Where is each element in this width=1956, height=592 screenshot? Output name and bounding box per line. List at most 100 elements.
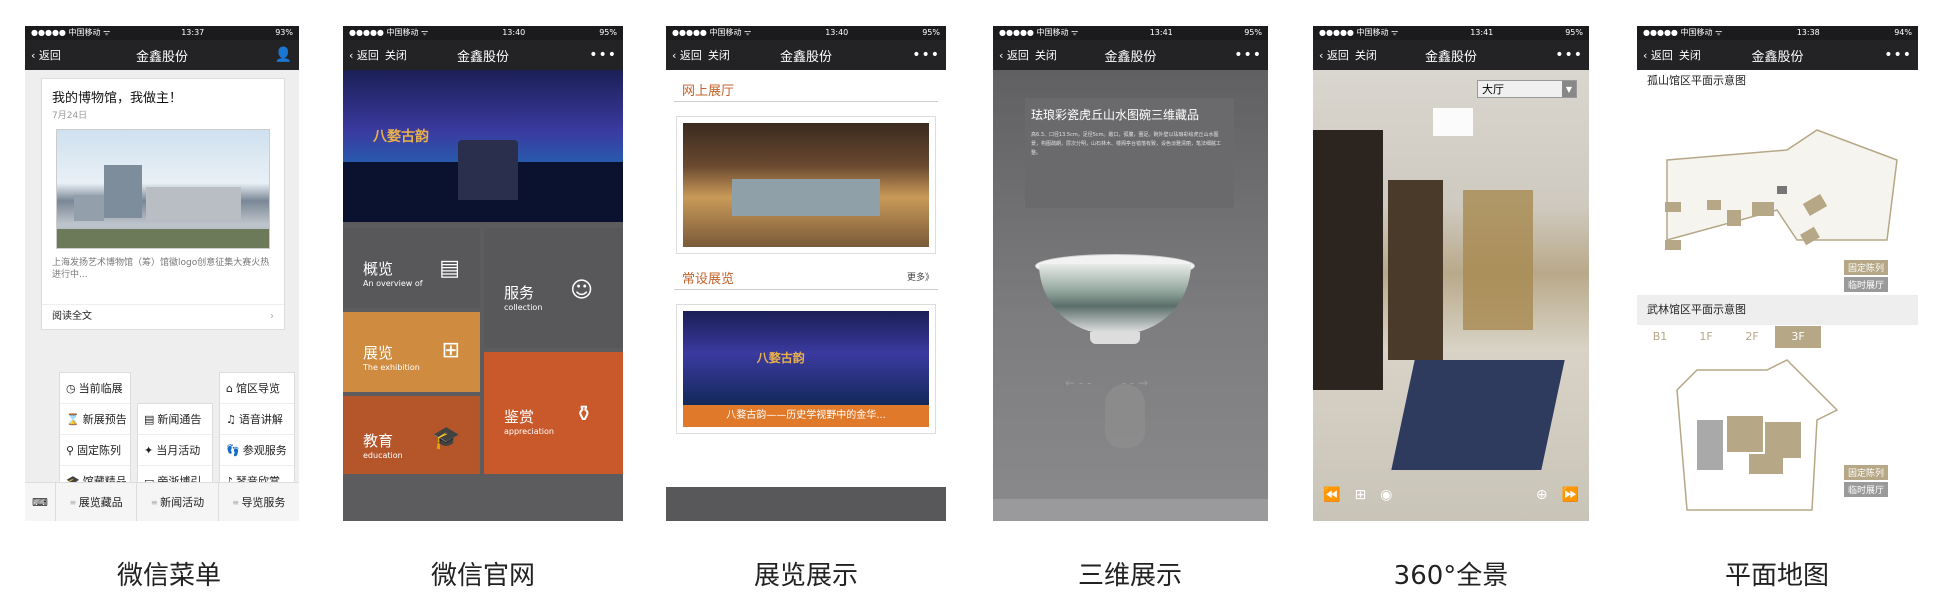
back-button[interactable]: ‹ 返回 bbox=[1643, 47, 1673, 63]
tab-exhibits[interactable]: ≡ 展览藏品 bbox=[55, 483, 136, 521]
back-button[interactable]: ‹ 返回 bbox=[999, 47, 1029, 63]
tab-news[interactable]: ≡ 新闻活动 bbox=[136, 483, 217, 521]
bowl-3d-model[interactable] bbox=[1035, 254, 1195, 354]
article-desc: 上海发扬艺术博物馆（筹）馆徽logo创意征集大赛火热进行中... bbox=[52, 258, 270, 280]
status-bar: ●●●●● 中国移动 ᯤ 13:40 95% bbox=[343, 26, 623, 40]
legend-temp: 临时展厅 bbox=[1843, 277, 1888, 292]
nav-bar: ‹ 返回 关闭 金鑫股份 ••• bbox=[993, 40, 1268, 70]
floor-tab-1f[interactable]: 1F bbox=[1683, 326, 1729, 348]
chevron-right-icon: › bbox=[270, 311, 274, 322]
article-card[interactable]: 我的博物馆，我做主！ 7月24日 上海发扬艺术博物馆（筹）馆徽logo创意征集大… bbox=[41, 78, 285, 330]
menu-item-audio-guide[interactable]: ♫ 语音讲解 bbox=[220, 404, 294, 435]
document-icon: ▤ bbox=[439, 256, 460, 281]
close-button[interactable]: 关闭 bbox=[385, 47, 407, 63]
more-icon[interactable]: ••• bbox=[1884, 47, 1912, 63]
pano-controls: ⏪ ⊞ ◉ ⊕ ⏩ bbox=[1323, 487, 1579, 507]
profile-icon[interactable]: 👤 bbox=[275, 47, 293, 63]
menu-item-visitor-service[interactable]: 👣 参观服务 bbox=[220, 435, 294, 466]
rewind-icon[interactable]: ⏪ bbox=[1323, 487, 1340, 507]
time: 13:37 bbox=[181, 28, 205, 37]
headphones-icon: ♫ bbox=[226, 412, 236, 426]
status-bar: ●●●●● 中国移动 ᯤ 13:38 94% bbox=[1637, 26, 1918, 40]
grid-search-icon: ⊞ bbox=[441, 338, 460, 363]
legend-temp-2: 临时展厅 bbox=[1843, 482, 1888, 497]
floor-tab-b1[interactable]: B1 bbox=[1637, 326, 1683, 348]
panorama-view[interactable] bbox=[1313, 70, 1589, 521]
map-wulin[interactable]: 固定陈列 临时展厅 bbox=[1637, 350, 1918, 520]
keyboard-icon[interactable]: ⌨ bbox=[25, 483, 55, 521]
caption-menu: 微信菜单 bbox=[116, 561, 221, 591]
status-bar: ●●●●● 中国移动 ᯤ 13:41 95% bbox=[993, 26, 1268, 40]
tile-overview[interactable]: 概览 An overview of ▤ bbox=[343, 228, 480, 308]
caption-map: 平面地图 bbox=[1724, 561, 1829, 591]
bottom-bar bbox=[993, 499, 1268, 521]
close-button[interactable]: 关闭 bbox=[1355, 47, 1377, 63]
battery: 93% bbox=[275, 28, 293, 37]
more-icon[interactable]: ••• bbox=[589, 47, 617, 63]
back-button[interactable]: ‹ 返回 bbox=[672, 47, 702, 63]
phone-wechat-menu: ●●●●● 中国移动 ᯤ 13:37 93% ‹ 返回 金鑫股份 👤 我的博物馆… bbox=[25, 26, 299, 521]
permanent-banner[interactable]: 八婺古韵 八婺古韵——历史学视野中的金华... bbox=[676, 304, 936, 434]
bottom-menu-bar: ⌨ ≡ 展览藏品 ≡ 新闻活动 ≡ 导览服务 bbox=[25, 482, 299, 521]
phone-3d: ●●●●● 中国移动 ᯤ 13:41 95% ‹ 返回 关闭 金鑫股份 ••• 珐琅彩… bbox=[993, 26, 1268, 521]
banner-text: 八婺古韵 bbox=[373, 129, 429, 145]
ticket-icon: ✦ bbox=[144, 443, 154, 457]
section-permanent: 常设展览 更多》 bbox=[674, 264, 938, 290]
dropdown-arrow-icon: ▼ bbox=[1562, 81, 1576, 97]
phone-exhibition: ●●●●● 中国移动 ᯤ 13:40 95% ‹ 返回 关闭 金鑫股份 ••• 网上展… bbox=[666, 26, 946, 521]
hall-select[interactable]: 大厅 ▼ bbox=[1477, 80, 1577, 98]
eye-icon[interactable]: ◉ bbox=[1380, 487, 1392, 507]
map2-title: 武林馆区平面示意图 bbox=[1647, 303, 1746, 316]
more-icon[interactable]: ••• bbox=[1555, 47, 1583, 63]
online-hall-image[interactable] bbox=[676, 116, 936, 254]
tile-exhibition[interactable]: 展览 The exhibition ⊞ bbox=[343, 312, 480, 392]
article-title: 我的博物馆，我做主！ bbox=[52, 91, 183, 106]
tab-guide[interactable]: ≡ 导览服务 bbox=[217, 483, 299, 521]
map2-header: 武林馆区平面示意图 bbox=[1637, 295, 1918, 325]
tile-education[interactable]: 教育 education 🎓 bbox=[343, 396, 480, 474]
artifact-info: 珐琅彩瓷虎丘山水图碗三维藏品 高6.3、口径13.5cm，足径5cm。敞口，弧腹… bbox=[1025, 98, 1234, 208]
more-icon[interactable]: ••• bbox=[912, 47, 940, 63]
section-online-hall: 网上展厅 bbox=[674, 76, 938, 102]
forward-icon[interactable]: ⏩ bbox=[1562, 487, 1579, 507]
menu-item-site-guide[interactable]: ⌂ 馆区导览 bbox=[220, 373, 294, 404]
news-icon: ▤ bbox=[144, 412, 155, 426]
grid-icon[interactable]: ⊞ bbox=[1354, 487, 1366, 507]
caption-panorama: 360°全景 bbox=[1393, 561, 1509, 591]
menu-item-events[interactable]: ✦ 当月活动 bbox=[138, 435, 212, 466]
floor-tab-3f[interactable]: 3F bbox=[1775, 326, 1821, 348]
close-button[interactable]: 关闭 bbox=[1679, 47, 1701, 63]
map-gushan[interactable]: 固定陈列 临时展厅 bbox=[1637, 90, 1918, 295]
back-button[interactable]: ‹ 返回 bbox=[349, 47, 379, 63]
floor-tabs: B1 1F 2F 3F bbox=[1637, 326, 1918, 348]
menu-item-upcoming[interactable]: ⌛ 新展预告 bbox=[60, 404, 130, 435]
caption-expo: 展览展示 bbox=[753, 561, 858, 591]
phone-panorama: ●●●●● 中国移动 ᯤ 13:41 95% ‹ 返回 关闭 金鑫股份 ••• 大厅 … bbox=[1313, 26, 1589, 521]
more-icon[interactable]: ••• bbox=[1234, 47, 1262, 63]
nav-bar: ‹ 返回 关闭 金鑫股份 ••• bbox=[343, 40, 623, 70]
map1-title: 孤山馆区平面示意图 bbox=[1647, 74, 1746, 87]
status-bar: ●●●●● 中国移动 ᯤ 13:40 95% bbox=[666, 26, 946, 40]
mortarboard-icon: 🎓 bbox=[432, 426, 460, 451]
nav-bar: ‹ 返回 关闭 金鑫股份 ••• bbox=[1637, 40, 1918, 70]
pin-icon: ⚲ bbox=[66, 443, 75, 457]
tile-service[interactable]: 服务 collection ☺ bbox=[484, 228, 623, 348]
close-button[interactable]: 关闭 bbox=[708, 47, 730, 63]
menu-item-current-exhibit[interactable]: ◷ 当前临展 bbox=[60, 373, 130, 404]
banner-image[interactable]: 八婺古韵 bbox=[343, 70, 623, 222]
back-button[interactable]: ‹ 返回 bbox=[1319, 47, 1349, 63]
more-link[interactable]: 更多》 bbox=[907, 270, 934, 283]
tile-appreciation[interactable]: 鉴赏 appreciation ⚱ bbox=[484, 352, 623, 474]
menu-item-permanent[interactable]: ⚲ 固定陈列 bbox=[60, 435, 130, 466]
read-more-link[interactable]: 阅读全文 › bbox=[42, 304, 284, 329]
back-button[interactable]: ‹ 返回 bbox=[31, 47, 61, 63]
carrier: ●●●●● 中国移动 ᯤ bbox=[31, 28, 111, 37]
close-button[interactable]: 关闭 bbox=[1035, 47, 1057, 63]
download-icon[interactable]: ⊕ bbox=[1536, 487, 1548, 507]
phone-official-site: ●●●●● 中国移动 ᯤ 13:40 95% ‹ 返回 关闭 金鑫股份 ••• 八婺古… bbox=[343, 26, 623, 521]
menu-item-news[interactable]: ▤ 新闻通告 bbox=[138, 404, 212, 435]
clock-icon: ◷ bbox=[66, 381, 76, 395]
status-bar: ●●●●● 中国移动 ᯤ 13:41 95% bbox=[1313, 26, 1589, 40]
footprints-icon: 👣 bbox=[226, 443, 240, 457]
floor-tab-2f[interactable]: 2F bbox=[1729, 326, 1775, 348]
